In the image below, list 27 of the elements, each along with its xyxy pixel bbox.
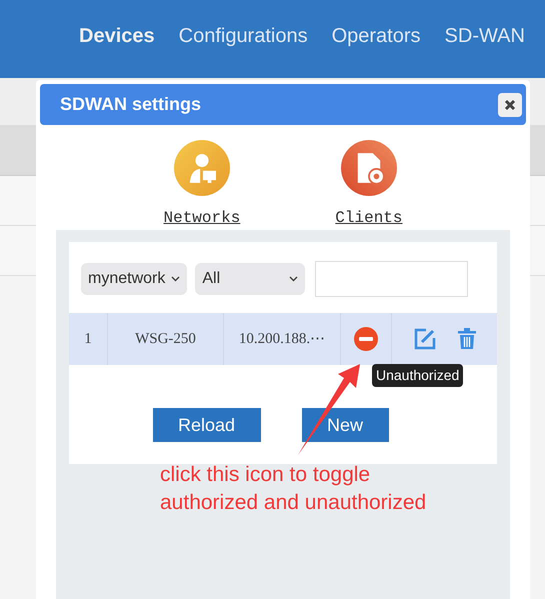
tooltip: Unauthorized: [372, 364, 464, 387]
action-button[interactable]: Reload: [152, 408, 260, 442]
nav-link[interactable]: SD-WAN: [444, 21, 525, 51]
status-dropdown[interactable]: All: [195, 263, 306, 295]
nav-link[interactable]: Operators: [332, 21, 421, 51]
chevron-icon: [289, 276, 298, 282]
document-gear-icon: [338, 140, 399, 196]
action-button[interactable]: New: [302, 408, 388, 442]
table-cell-text: 10.200.188.⋯: [238, 330, 326, 349]
dialog-title: SDWAN settings: [60, 93, 202, 116]
section-link[interactable]: Networks: [163, 206, 240, 230]
network-dropdown[interactable]: mynetwork: [81, 263, 188, 295]
table-cell-text: WSG-250: [135, 330, 196, 349]
table-cell-text: 1: [84, 330, 92, 349]
section-link[interactable]: Clients: [335, 206, 403, 230]
table-row[interactable]: 1 WSG-250 10.200.188.⋯: [69, 313, 497, 365]
nav-link[interactable]: Configurations: [178, 21, 308, 51]
trash-icon[interactable]: [458, 328, 476, 350]
annotation-text: click this icon to toggle authorized and unauthorized: [160, 462, 428, 516]
close-button[interactable]: [498, 92, 522, 116]
close-icon: [504, 98, 516, 110]
minus-circle-icon[interactable]: [353, 326, 379, 352]
edit-icon[interactable]: [414, 328, 436, 350]
search-field[interactable]: [315, 261, 468, 297]
chevron-icon: [171, 276, 180, 282]
nav-link[interactable]: Devices: [79, 21, 155, 51]
person-computer-icon: [172, 140, 232, 196]
